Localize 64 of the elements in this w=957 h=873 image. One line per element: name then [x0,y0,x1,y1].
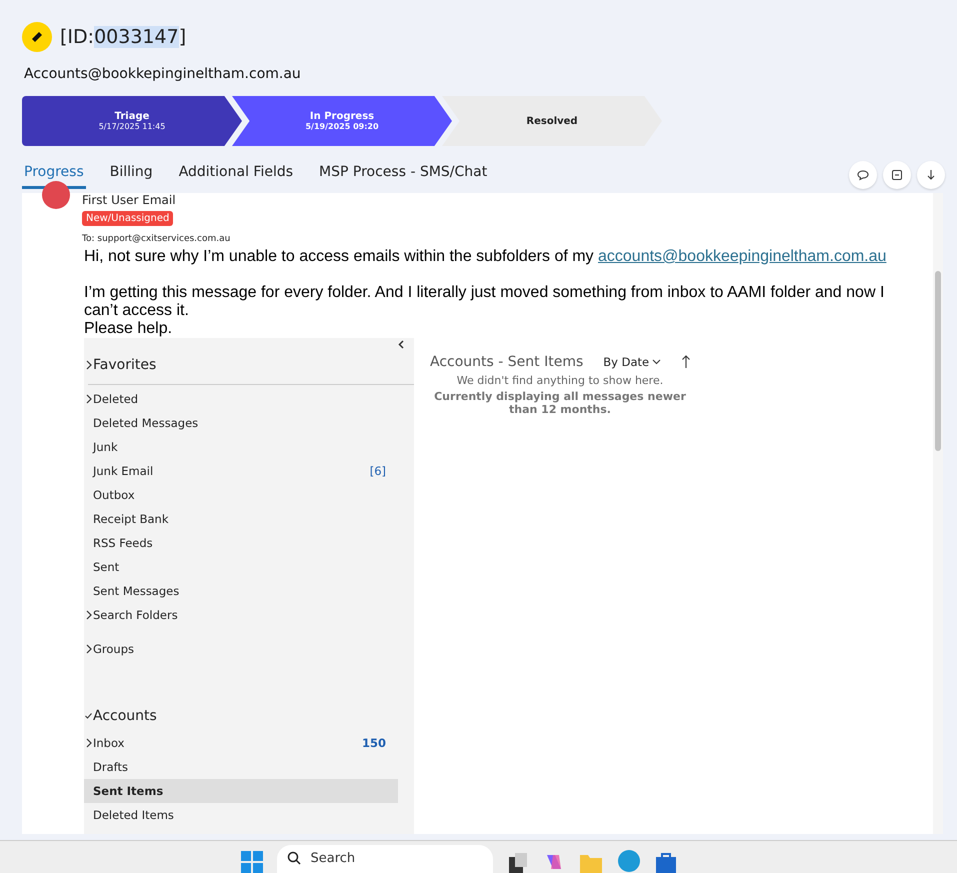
folder-title: Accounts - Sent Items [430,354,584,370]
ticket-id-suffix: ] [178,26,186,48]
store-bag-icon[interactable] [654,851,676,873]
check-icon[interactable] [85,713,92,719]
chevron-right-icon[interactable] [86,610,92,620]
search-icon [286,851,300,865]
message-paragraph: I’m getting this message for every folder. And I literally just moved something from inbox to AAMI folder and now I can’t access it. [84,284,886,320]
empty-message: We didn't find anything to show here. [456,374,664,387]
chevron-right-icon[interactable] [86,360,92,370]
arrow-up-icon[interactable] [681,355,692,369]
ticket-icon [30,30,44,44]
avatar [42,181,70,209]
folder-item[interactable]: Junk Email [6] [84,459,398,483]
windows-start-icon[interactable] [240,851,262,873]
folder-item[interactable]: RSS Feeds [84,531,398,555]
folder-item[interactable]: Receipt Bank [84,507,398,531]
folder-item[interactable]: Outbox [84,483,398,507]
tab[interactable]: Additional Fields [176,160,296,189]
recipient-line: To: support@cxitservices.com.au [82,234,230,244]
unread-count: [6] [370,464,386,478]
contact-email: Accounts@bookkepingineltham.com.au [24,66,302,82]
ticket-id-prefix: [ID: [60,26,94,48]
folder-item[interactable]: Deleted [84,387,398,411]
scroll-down-button[interactable] [917,160,945,188]
message-paragraph: Hi, not sure why I’m unable to access emails within the subfolders of my accounts@bookkeepingineltham.com.au [84,248,888,266]
sort-dropdown[interactable]: By Date [603,355,662,369]
folder-item[interactable]: Accounts [84,701,398,731]
folder-item[interactable]: Favorites [84,350,398,380]
task-view-icon[interactable] [506,851,528,873]
chevron-right-icon[interactable] [86,738,92,748]
ticket-id-number: 0033147 [94,26,179,48]
minus-square-icon [891,168,903,180]
comment-button[interactable] [849,160,877,188]
stage-date: 5/17/2025 11:45 [98,122,166,131]
status-tag: New/Unassigned [82,211,174,226]
folder-item[interactable]: Groups [84,637,398,661]
filter-note: Currently displaying all messages newer than 12 months. [433,390,687,416]
sender-name: First User Email [82,193,176,207]
folder-item[interactable]: Drafts [84,755,398,779]
folder-item[interactable]: Sent Items [84,779,398,803]
tab[interactable]: Billing [108,160,155,189]
chevron-down-icon [652,359,662,365]
folder-item[interactable]: Inbox 150 [84,731,398,755]
folder-item[interactable]: Deleted Messages [84,411,398,435]
folder-item[interactable]: Sent Messages [84,579,398,603]
speech-bubble-icon [857,168,869,180]
email-link[interactable]: accounts@bookkeepingineltham.com.au [598,248,886,265]
folder-item[interactable]: Deleted Items [84,803,398,827]
message-paragraph: Please help. [84,320,174,338]
collapse-button[interactable] [883,160,911,188]
chevron-right-icon[interactable] [86,644,92,654]
stage-name: In Progress [310,111,374,122]
stage-name: Triage [114,111,150,122]
folder-item[interactable]: Sent [84,555,398,579]
stage-date: 5/19/2025 09:20 [305,122,379,131]
taskbar-search-field[interactable]: Search [276,845,492,873]
tab[interactable]: MSP Process - SMS/Chat [317,160,490,189]
folder-item[interactable]: Junk [84,435,398,459]
scrollbar[interactable] [933,193,943,834]
unread-count: 150 [362,736,386,750]
arrow-down-icon [926,168,936,180]
chevron-right-icon[interactable] [86,394,92,404]
stage-name: Resolved [526,116,578,126]
folder-item[interactable]: Search Folders [84,603,398,627]
